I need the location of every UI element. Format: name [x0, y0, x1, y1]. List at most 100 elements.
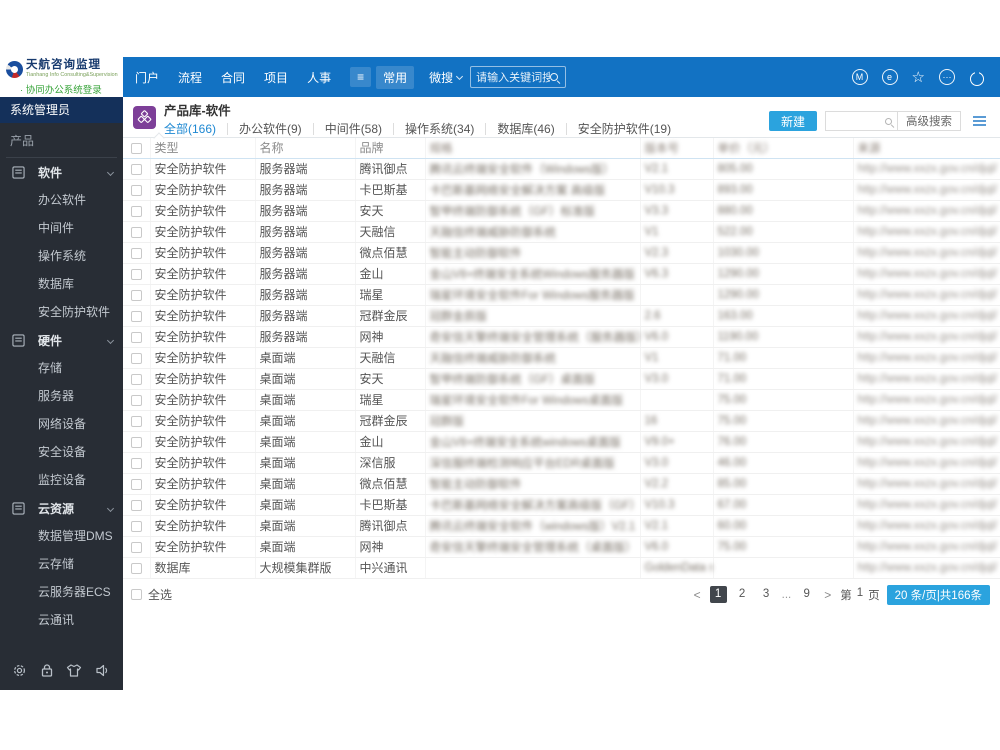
row-checkbox[interactable]: [131, 331, 142, 343]
tab-office-software[interactable]: 办公软件(9): [227, 123, 313, 135]
new-button[interactable]: 新建: [768, 111, 817, 131]
row-checkbox[interactable]: [131, 457, 142, 469]
message-icon[interactable]: e: [881, 69, 898, 85]
sidebar-group-software[interactable]: 软件: [0, 158, 123, 186]
table-row[interactable]: 安全防护软件 服务器端 卡巴斯基 卡巴斯基网络安全解决方案 高级版 V10.3 …: [123, 179, 1000, 201]
sidebar-group-cloud[interactable]: 云资源: [0, 494, 123, 522]
row-checkbox[interactable]: [131, 499, 142, 511]
row-checkbox[interactable]: [131, 373, 142, 385]
nav-item-process[interactable]: 流程: [178, 69, 202, 86]
nav-item-favorites[interactable]: 常用: [376, 65, 415, 89]
search-scope-dropdown[interactable]: 微搜: [429, 69, 453, 86]
sidebar-item-ecs[interactable]: 云服务器ECS: [0, 578, 123, 606]
pager-page-2[interactable]: 2: [734, 586, 751, 603]
advanced-search-button[interactable]: 高级搜索: [897, 111, 961, 131]
row-checkbox[interactable]: [131, 205, 142, 217]
sidebar-item-monitor-device[interactable]: 监控设备: [0, 466, 123, 494]
cell-brand: 金山: [355, 263, 426, 285]
table-search-input[interactable]: [825, 111, 897, 131]
sidebar-item-security-device[interactable]: 安全设备: [0, 438, 123, 466]
tab-security-software[interactable]: 安全防护软件(19): [565, 123, 682, 135]
row-checkbox[interactable]: [131, 226, 142, 238]
table-row[interactable]: 安全防护软件 桌面端 深信服 深信服终端检测响应平台EDR桌面版 V3.0 46…: [123, 452, 1000, 474]
global-search-input[interactable]: 请输入关键词搜索: [470, 66, 567, 88]
row-checkbox[interactable]: [131, 541, 142, 553]
sidebar-item-cloud-comm[interactable]: 云通讯: [0, 606, 123, 634]
theme-shirt-icon[interactable]: [66, 663, 82, 678]
sidebar-group-hardware[interactable]: 硬件: [0, 326, 123, 354]
row-checkbox[interactable]: [131, 436, 142, 448]
pager-page-9[interactable]: 9: [798, 586, 815, 603]
row-checkbox[interactable]: [131, 184, 142, 196]
table-row[interactable]: 安全防护软件 桌面端 微点佰慧 智能主动防御软件 V2.2 85.00 http…: [123, 473, 1000, 495]
sidebar-item-server[interactable]: 服务器: [0, 382, 123, 410]
search-icon[interactable]: [550, 73, 559, 81]
nav-item-contract[interactable]: 合同: [221, 69, 245, 86]
oa-login-link[interactable]: · 协同办公系统登录: [20, 82, 119, 96]
table-row[interactable]: 安全防护软件 桌面端 金山 金山V8+终端安全系统windows桌面版 V9.0…: [123, 431, 1000, 453]
tab-middleware[interactable]: 中间件(58): [312, 123, 393, 135]
row-checkbox[interactable]: [131, 520, 142, 532]
row-checkbox[interactable]: [131, 352, 142, 364]
table-row[interactable]: 安全防护软件 桌面端 瑞星 瑞星环境安全软件For Windows桌面版 75.…: [123, 389, 1000, 411]
sidebar-item-database[interactable]: 数据库: [0, 270, 123, 298]
row-checkbox[interactable]: [131, 163, 142, 175]
row-checkbox[interactable]: [131, 268, 142, 280]
jump-page-input[interactable]: 1: [857, 587, 863, 603]
sidebar-item-os[interactable]: 操作系统: [0, 242, 123, 270]
nav-item-project[interactable]: 项目: [264, 69, 288, 86]
pager-page-3[interactable]: 3: [758, 586, 775, 603]
table-row[interactable]: 安全防护软件 服务器端 微点佰慧 智能主动防御软件 V2.3 1030.00 h…: [123, 242, 1000, 264]
row-checkbox[interactable]: [131, 310, 142, 322]
sidebar-item-storage[interactable]: 存储: [0, 354, 123, 382]
pager-prev-button[interactable]: <: [692, 588, 703, 602]
tab-all[interactable]: 全部(166): [164, 123, 227, 135]
table-row[interactable]: 安全防护软件 服务器端 金山 金山V8+终端安全系统Windows服务器版 V6…: [123, 263, 1000, 285]
tab-os[interactable]: 操作系统(34): [393, 123, 485, 135]
table-row[interactable]: 安全防护软件 服务器端 腾讯御点 腾讯云终端安全软件（Windows版） V2.…: [123, 158, 1000, 180]
sidebar-item-security-software[interactable]: 安全防护软件: [0, 298, 123, 326]
nav-item-portal[interactable]: 门户: [135, 69, 159, 86]
table-row[interactable]: 安全防护软件 服务器端 瑞星 瑞星环境安全软件For Windows服务器版 1…: [123, 284, 1000, 306]
table-row[interactable]: 安全防护软件 桌面端 安天 智甲终端防御系统（GF）桌面版 V3.0 71.00…: [123, 368, 1000, 390]
sidebar-item-network-device[interactable]: 网络设备: [0, 410, 123, 438]
table-row[interactable]: 安全防护软件 服务器端 网神 奇安信天擎终端安全管理系统（服务器版） V6.0 …: [123, 326, 1000, 348]
page-size-summary[interactable]: 20 条/页|共166条: [886, 584, 990, 605]
table-row[interactable]: 数据库 大规模集群版 中兴通讯 GoldenData s… http://www…: [123, 557, 1000, 579]
sidebar-item-dms[interactable]: 数据管理DMS: [0, 522, 123, 550]
select-all-checkbox[interactable]: [131, 143, 142, 155]
list-view-icon[interactable]: [973, 120, 986, 122]
table-row[interactable]: 安全防护软件 桌面端 卡巴斯基 卡巴斯基网络安全解决方案高级版（GF） - KL…: [123, 494, 1000, 516]
tab-database[interactable]: 数据库(46): [485, 123, 565, 135]
cell-desc-blurred: 智甲终端防御系统（GF）标准版: [425, 200, 641, 222]
lock-icon[interactable]: [40, 663, 54, 678]
table-row[interactable]: 安全防护软件 桌面端 网神 奇安信天擎终端安全管理系统（桌面版） V6.0 75…: [123, 536, 1000, 558]
table-row[interactable]: 安全防护软件 服务器端 天融信 天融信终端威胁防御系统 V1 522.00 ht…: [123, 221, 1000, 243]
sidebar-item-office-software[interactable]: 办公软件: [0, 186, 123, 214]
row-checkbox[interactable]: [131, 478, 142, 490]
nav-item-hr[interactable]: 人事: [307, 69, 331, 86]
row-checkbox[interactable]: [131, 562, 142, 574]
pager-next-button[interactable]: >: [822, 588, 833, 602]
star-icon[interactable]: ☆: [912, 70, 925, 85]
table-row[interactable]: 安全防护软件 服务器端 冠群金辰 冠群金辰版 2.6 163.00 http:/…: [123, 305, 1000, 327]
row-checkbox[interactable]: [131, 289, 142, 301]
nav-menu-button[interactable]: ≡: [350, 67, 372, 87]
table-row[interactable]: 安全防护软件 服务器端 安天 智甲终端防御系统（GF）标准版 V3.3 880.…: [123, 200, 1000, 222]
row-checkbox[interactable]: [131, 415, 142, 427]
table-row[interactable]: 安全防护软件 桌面端 腾讯御点 腾讯云终端安全软件（windows版）V2.1 …: [123, 515, 1000, 537]
m-badge-icon[interactable]: M: [851, 69, 868, 85]
cell-version-blurred: V2.2: [640, 473, 714, 495]
settings-gear-icon[interactable]: [12, 663, 27, 678]
more-icon[interactable]: ···: [939, 69, 955, 85]
power-icon[interactable]: [969, 69, 984, 86]
sidebar-item-middleware[interactable]: 中间件: [0, 214, 123, 242]
select-all-footer-checkbox[interactable]: [131, 589, 142, 600]
sidebar-item-cloud-storage[interactable]: 云存储: [0, 550, 123, 578]
row-checkbox[interactable]: [131, 247, 142, 259]
table-row[interactable]: 安全防护软件 桌面端 冠群金辰 冠群版 16 75.00 http://www.…: [123, 410, 1000, 432]
sound-speaker-icon[interactable]: [95, 663, 111, 678]
table-row[interactable]: 安全防护软件 桌面端 天融信 天融信终端威胁防御系统 V1 71.00 http…: [123, 347, 1000, 369]
pager-page-1[interactable]: 1: [709, 586, 727, 603]
row-checkbox[interactable]: [131, 394, 142, 406]
